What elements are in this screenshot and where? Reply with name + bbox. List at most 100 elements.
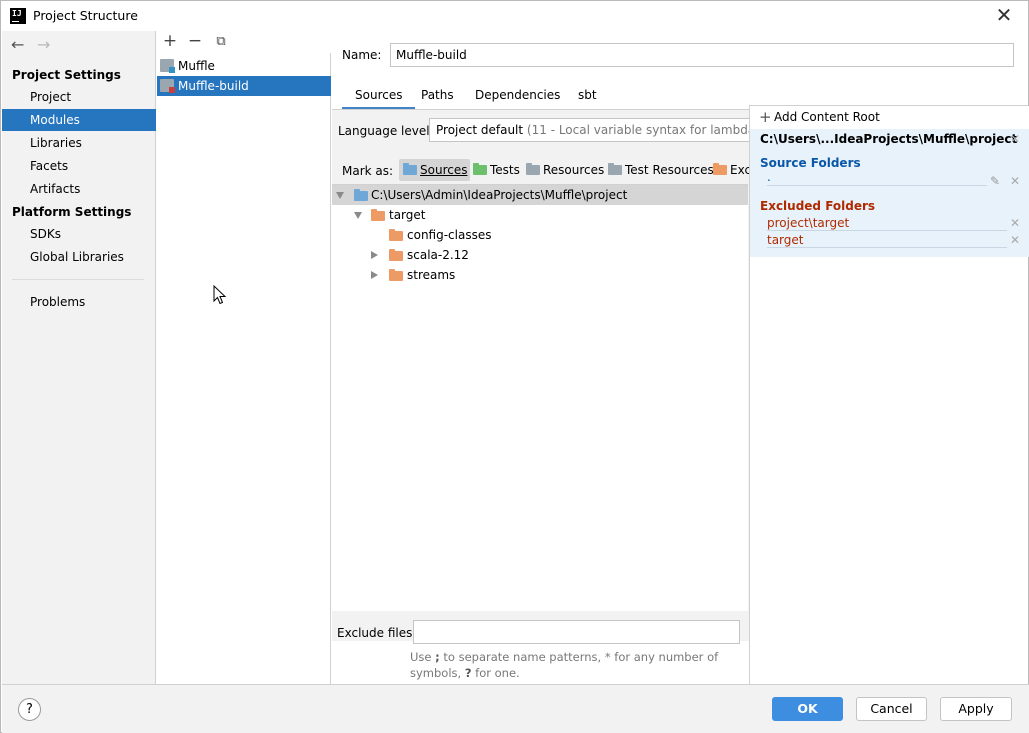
tree-row-scala[interactable]: scala-2.12 (332, 245, 748, 265)
mark-as-sources-label: Sources (420, 163, 468, 177)
tree-label: C:\Users\Admin\IdeaProjects\Muffle\proje… (371, 188, 628, 202)
test-resources-folder-icon (608, 163, 622, 175)
nav-arrows: ← → (11, 35, 57, 54)
project-structure-dialog: IJ Project Structure ✕ ← → Project Settin… (0, 0, 1029, 733)
module-folder-icon (160, 79, 175, 93)
window-title: Project Structure (33, 8, 138, 23)
sidebar-divider (12, 279, 144, 280)
mark-as-test-resources-button[interactable]: Test Resources (604, 159, 717, 181)
project-settings-header: Project Settings (12, 68, 121, 82)
sidebar-item-problems[interactable]: Problems (2, 291, 156, 313)
sidebar-item-project[interactable]: Project (2, 86, 156, 108)
name-field[interactable]: Muffle-build (390, 43, 1014, 67)
mark-as-resources-label: Resources (543, 163, 605, 177)
mouse-cursor-icon (213, 285, 227, 305)
name-label: Name: (342, 48, 382, 62)
sidebar-item-facets[interactable]: Facets (2, 155, 156, 177)
source-folders-header: Source Folders (760, 156, 861, 170)
mark-as-sources-button[interactable]: Sources (399, 159, 471, 181)
add-content-root-label: Add Content Root (774, 110, 880, 124)
entry-underline (767, 185, 987, 186)
mark-as-tests-label: Tests (490, 163, 520, 177)
tree-label: config-classes (407, 228, 492, 242)
remove-module-icon[interactable]: − (186, 33, 204, 51)
content-root-panel: + Add Content Root C:\Users\...IdeaProje… (749, 105, 1029, 684)
exclude-files-hint: Use ; to separate name patterns, * for a… (410, 649, 745, 681)
expand-arrow-icon[interactable] (354, 212, 362, 219)
content-root-path: C:\Users\...IdeaProjects\Muffle\project (760, 132, 1018, 146)
add-content-root-button[interactable]: + Add Content Root (750, 106, 1029, 129)
module-folder-icon (160, 59, 175, 73)
sidebar-item-libraries[interactable]: Libraries (2, 132, 156, 154)
mark-as-tests-button[interactable]: Tests (469, 159, 523, 181)
tab-sources[interactable]: Sources (342, 86, 416, 110)
tree-label: streams (407, 268, 456, 282)
remove-excluded-folder-icon[interactable]: ✕ (1010, 216, 1020, 230)
tests-folder-icon (473, 163, 487, 175)
copy-module-icon[interactable]: ⧉ (212, 33, 230, 51)
exclude-files-label: Exclude files: (337, 626, 417, 640)
tree-row-target[interactable]: target (332, 205, 748, 225)
tab-paths[interactable]: Paths (408, 86, 467, 110)
resources-folder-icon (526, 163, 540, 175)
module-label: Muffle-build (178, 79, 249, 93)
remove-excluded-folder-icon[interactable]: ✕ (1010, 233, 1020, 247)
entry-underline (767, 247, 1007, 248)
dialog-footer: ? OK Cancel Apply (2, 684, 1029, 733)
mark-as-label: Mark as: (342, 164, 394, 178)
module-list-toolbar: + − ⧉ (157, 31, 331, 53)
folder-icon (389, 249, 403, 261)
language-level-value: Project default (436, 123, 524, 137)
edit-icon[interactable]: ✎ (990, 174, 1000, 188)
sidebar-item-sdks[interactable]: SDKs (2, 223, 156, 245)
folder-icon (389, 229, 403, 241)
excluded-folder-entry[interactable]: project\target (767, 216, 849, 230)
expand-arrow-icon[interactable] (336, 192, 344, 199)
excluded-folder-icon (713, 163, 727, 175)
sidebar-item-artifacts[interactable]: Artifacts (2, 178, 156, 200)
tree-row-streams[interactable]: streams (332, 265, 748, 285)
forward-arrow-icon[interactable]: → (37, 35, 57, 54)
ok-button[interactable]: OK (772, 697, 843, 721)
add-module-icon[interactable]: + (161, 33, 179, 51)
folder-icon (389, 269, 403, 281)
folder-tree: C:\Users\Admin\IdeaProjects\Muffle\proje… (332, 184, 748, 611)
module-settings-panel: Name: Muffle-build Sources Paths Depende… (332, 31, 1029, 684)
hint-text: to separate name patterns, * for any num… (410, 650, 719, 680)
help-button[interactable]: ? (18, 698, 41, 721)
source-folder-entry[interactable]: . (767, 170, 771, 184)
mark-as-resources-button[interactable]: Resources (522, 159, 607, 181)
tree-row-config-classes[interactable]: config-classes (332, 225, 748, 245)
cancel-button[interactable]: Cancel (856, 697, 927, 721)
mark-as-test-resources-label: Test Resources (625, 163, 714, 177)
remove-source-folder-icon[interactable]: ✕ (1010, 174, 1020, 188)
tab-dependencies[interactable]: Dependencies (462, 86, 573, 110)
back-arrow-icon[interactable]: ← (11, 35, 31, 54)
folder-icon (354, 189, 368, 201)
hint-text: for one. (475, 666, 520, 680)
platform-settings-header: Platform Settings (12, 205, 132, 219)
module-label: Muffle (178, 59, 215, 73)
module-list-panel: + − ⧉ Muffle Muffle-build (157, 31, 331, 684)
apply-button[interactable]: Apply (940, 697, 1012, 721)
hint-question: ? (464, 666, 472, 680)
tree-label: target (389, 208, 426, 222)
module-item-muffle-build[interactable]: Muffle-build (157, 76, 331, 96)
entry-underline (767, 230, 1007, 231)
language-level-label: Language level: (338, 124, 434, 138)
close-icon[interactable]: ✕ (992, 4, 1016, 28)
sources-folder-icon (403, 163, 417, 175)
remove-content-root-icon[interactable]: ✕ (1010, 132, 1020, 146)
collapse-arrow-icon[interactable] (371, 251, 378, 259)
sidebar-item-modules[interactable]: Modules (2, 109, 156, 131)
plus-icon: + (759, 108, 772, 126)
hint-semicolon: ; (435, 650, 440, 664)
sidebar-item-global-libraries[interactable]: Global Libraries (2, 246, 156, 268)
collapse-arrow-icon[interactable] (371, 271, 378, 279)
tree-row-root[interactable]: C:\Users\Admin\IdeaProjects\Muffle\proje… (332, 185, 748, 205)
tab-sbt[interactable]: sbt (565, 86, 610, 110)
tree-label: scala-2.12 (407, 248, 469, 262)
excluded-folder-entry[interactable]: target (767, 233, 804, 247)
module-item-muffle[interactable]: Muffle (157, 56, 331, 76)
exclude-files-input[interactable] (413, 620, 740, 644)
